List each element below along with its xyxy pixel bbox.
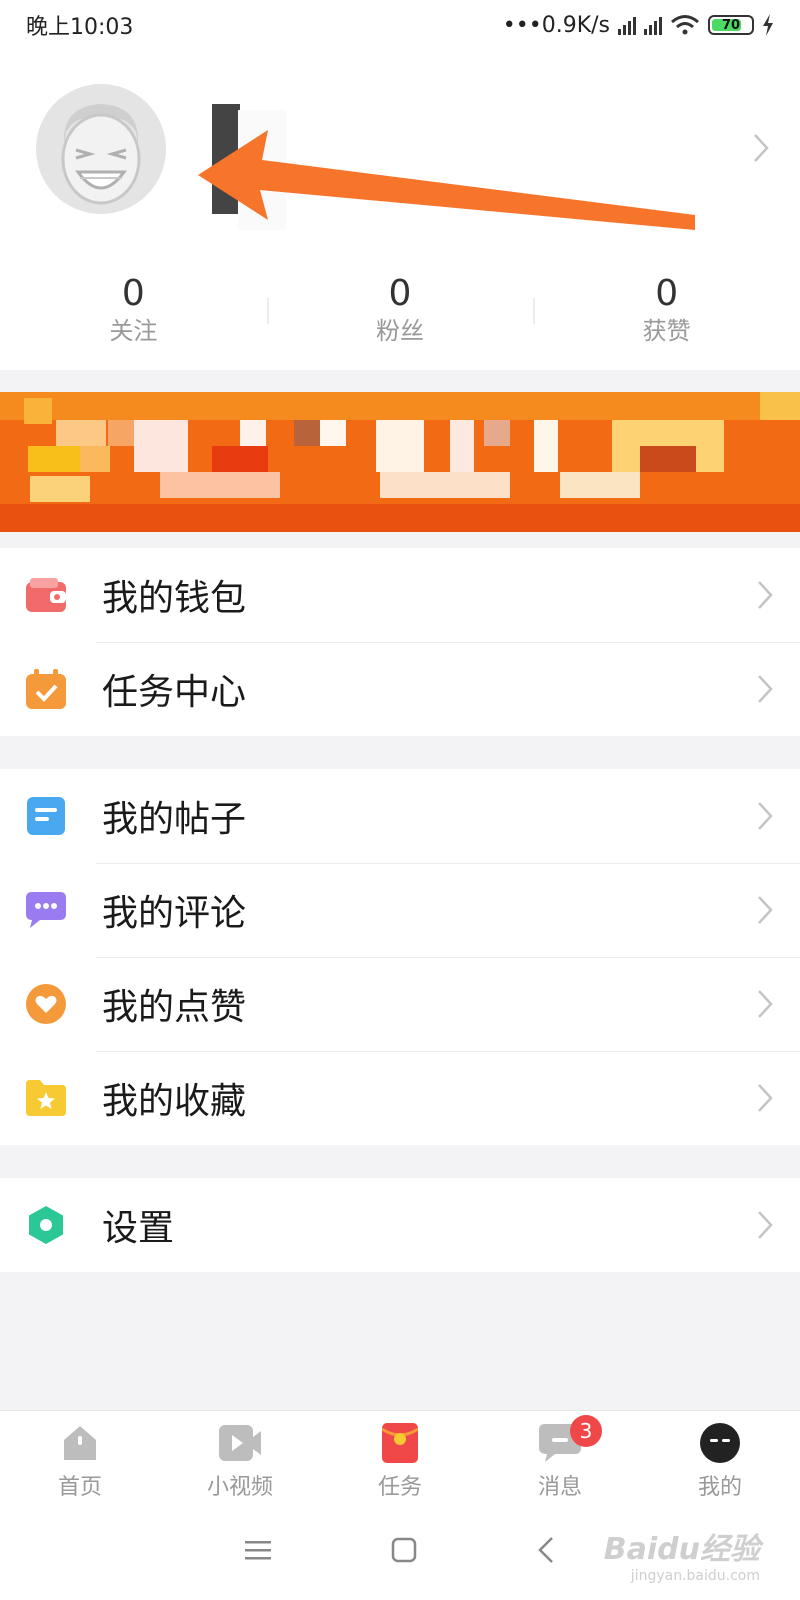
stat-value: 0 <box>655 273 679 314</box>
wifi-icon <box>671 15 699 35</box>
tab-label: 我的 <box>697 1475 742 1500</box>
tab-tasks[interactable]: 任务 <box>320 1411 480 1504</box>
tab-label: 小视频 <box>206 1475 273 1500</box>
baidu-watermark: Baidu经验 jingyan.baidu.com <box>604 1524 760 1584</box>
tab-home[interactable]: 首页 <box>0 1411 160 1504</box>
wallet-icon <box>26 575 66 615</box>
folder-star-icon <box>26 1078 66 1118</box>
menu-icon[interactable] <box>245 1539 271 1565</box>
settings-icon <box>26 1205 66 1245</box>
comment-icon <box>26 890 66 930</box>
menu-item-label: 我的评论 <box>102 893 247 934</box>
menu-item-likes[interactable]: 我的点赞 <box>0 957 800 1051</box>
tab-short-video[interactable]: 小视频 <box>160 1411 320 1504</box>
stat-label: 获赞 <box>642 317 691 345</box>
menu-group-account: 我的钱包 任务中心 <box>0 548 800 736</box>
back-icon[interactable] <box>537 1536 555 1568</box>
menu-item-label: 我的收藏 <box>102 1081 247 1122</box>
profile-header[interactable]: 0 关注 0 粉丝 0 获赞 <box>0 50 800 370</box>
watermark-url: jingyan.baidu.com <box>630 1568 760 1584</box>
avatar[interactable] <box>36 84 166 214</box>
status-indicators: •••0.9K/s 70 <box>503 13 774 38</box>
menu-group-activity: 我的帖子 我的评论 我的点赞 我的收藏 <box>0 769 800 1145</box>
stat-value: 0 <box>388 273 412 314</box>
menu-item-label: 我的钱包 <box>102 578 247 619</box>
menu-item-label: 任务中心 <box>102 672 247 713</box>
charging-icon <box>763 14 773 36</box>
menu-item-label: 我的点赞 <box>102 987 247 1028</box>
stat-label: 关注 <box>109 317 158 345</box>
menu-item-favorites[interactable]: 我的收藏 <box>0 1051 800 1145</box>
menu-item-label: 我的帖子 <box>102 799 247 840</box>
tab-label: 首页 <box>57 1475 102 1500</box>
stat-followers[interactable]: 0 粉丝 <box>266 272 534 372</box>
chevron-right-icon <box>756 1082 774 1114</box>
promo-banner[interactable] <box>0 392 800 532</box>
tab-label: 任务 <box>377 1475 422 1500</box>
menu-group-settings: 设置 <box>0 1178 800 1272</box>
signal-icon <box>618 15 636 35</box>
tab-messages[interactable]: 3 消息 <box>480 1411 640 1504</box>
stat-value: 0 <box>121 273 145 314</box>
menu-item-settings[interactable]: 设置 <box>0 1178 800 1272</box>
status-time: 晚上10:03 <box>26 15 134 40</box>
menu-item-task-center[interactable]: 任务中心 <box>0 642 800 736</box>
chevron-right-icon <box>756 673 774 705</box>
chevron-right-icon <box>756 894 774 926</box>
watermark-logo-text: Baidu经验 <box>603 1532 760 1567</box>
tab-label: 消息 <box>537 1475 582 1500</box>
profile-face-icon <box>698 1423 742 1463</box>
network-speed: •••0.9K/s <box>502 12 610 38</box>
bottom-tab-bar: 首页 小视频 任务 3 消息 我的 <box>0 1410 800 1504</box>
home-button-icon[interactable] <box>391 1537 417 1567</box>
profile-chevron-icon[interactable] <box>752 132 770 164</box>
home-icon <box>58 1423 102 1463</box>
chevron-right-icon <box>756 800 774 832</box>
status-bar: 晚上10:03 •••0.9K/s 70 <box>0 0 800 50</box>
stat-likes[interactable]: 0 获赞 <box>533 272 800 372</box>
stat-following[interactable]: 0 关注 <box>0 272 267 372</box>
chevron-right-icon <box>756 988 774 1020</box>
unread-badge: 3 <box>570 1415 602 1447</box>
video-icon <box>218 1423 262 1463</box>
document-icon <box>26 796 66 836</box>
tab-profile[interactable]: 我的 <box>640 1411 800 1504</box>
heart-icon <box>26 984 66 1024</box>
chevron-right-icon <box>756 1209 774 1241</box>
annotation-arrow <box>198 130 695 230</box>
calendar-check-icon <box>26 669 66 709</box>
menu-item-comments[interactable]: 我的评论 <box>0 863 800 957</box>
chevron-right-icon <box>756 579 774 611</box>
signal-icon-2 <box>644 15 662 35</box>
menu-item-posts[interactable]: 我的帖子 <box>0 769 800 863</box>
menu-item-label: 设置 <box>102 1208 175 1249</box>
red-envelope-icon <box>378 1423 422 1463</box>
profile-stats: 0 关注 0 粉丝 0 获赞 <box>0 272 800 372</box>
menu-item-wallet[interactable]: 我的钱包 <box>0 548 800 642</box>
battery-icon: 70 <box>708 15 754 35</box>
stat-label: 粉丝 <box>376 317 424 345</box>
